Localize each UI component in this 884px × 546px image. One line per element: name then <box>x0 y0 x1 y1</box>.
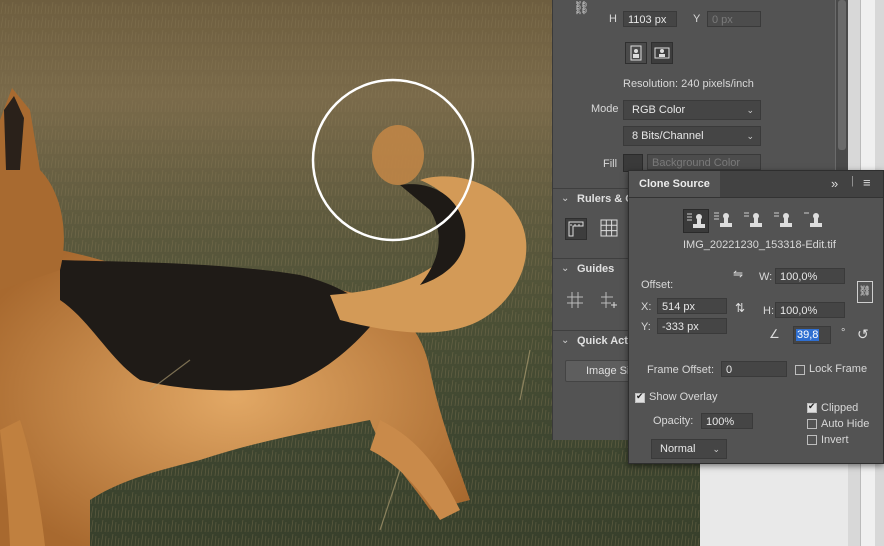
fill-select[interactable]: Background Color <box>647 154 761 170</box>
opacity-field[interactable]: 100% <box>701 413 753 429</box>
degree-symbol: ° <box>841 327 846 339</box>
offset-y-label: Y: <box>641 321 651 333</box>
clone-source-tab[interactable]: Clone Source <box>629 171 720 197</box>
y-label: Y <box>693 13 701 25</box>
clone-source-4-icon[interactable] <box>771 209 795 231</box>
rulers-section-title: Rulers & G <box>577 193 634 205</box>
offset-label: Offset: <box>641 279 674 291</box>
clone-blob <box>372 125 424 185</box>
blend-mode-select[interactable]: Normal ⌄ <box>651 439 727 459</box>
clone-source-titlebar[interactable]: Clone Source » | ≡ <box>629 171 883 198</box>
mode-value: RGB Color <box>632 104 686 116</box>
frame-offset-label: Frame Offset: <box>647 364 715 376</box>
clone-source-5-icon[interactable] <box>801 209 825 231</box>
chevron-down-icon: ⌄ <box>746 105 754 115</box>
scrollbar-thumb[interactable] <box>838 0 846 150</box>
collapse-icon[interactable]: » <box>831 176 838 191</box>
divider: | <box>851 175 854 187</box>
lock-frame-checkbox[interactable] <box>795 365 805 375</box>
empty-canvas-area <box>700 462 848 546</box>
grid-icon[interactable] <box>599 218 621 240</box>
ruler-icon[interactable] <box>565 218 587 240</box>
chevron-down-icon: ⌄ <box>561 263 570 274</box>
portrait-orientation-icon[interactable] <box>625 42 647 64</box>
lock-frame-label: Lock Frame <box>809 363 868 375</box>
source-file-name: IMG_20221230_153318-Edit.tif <box>683 239 836 251</box>
add-guide-icon[interactable] <box>599 290 621 312</box>
clone-source-1-icon[interactable] <box>683 209 709 233</box>
height-scale-field[interactable]: 100,0% <box>775 302 845 318</box>
mode-select[interactable]: RGB Color ⌄ <box>623 100 761 120</box>
chevron-down-icon: ⌄ <box>561 335 570 346</box>
rotation-angle-field[interactable]: 39,8 <box>793 326 831 344</box>
height-field[interactable]: 1103 px <box>623 11 677 27</box>
clone-source-panel: Clone Source » | ≡ IMG_20221230_153318-E… <box>628 170 884 464</box>
offset-x-label: X: <box>641 301 652 313</box>
guides-section-title: Guides <box>577 263 615 275</box>
opacity-label: Opacity: <box>653 415 694 427</box>
resolution-text: Resolution: 240 pixels/inch <box>623 78 754 90</box>
quick-actions-section-title: Quick Acti <box>577 335 631 347</box>
height-label: H: <box>763 305 774 317</box>
angle-icon: ∠ <box>769 327 780 341</box>
invert-label: Invert <box>821 434 849 446</box>
flip-horizontal-icon[interactable]: ⇋ <box>733 267 743 281</box>
panel-menu-icon[interactable]: ≡ <box>863 175 871 190</box>
auto-hide-label: Auto Hide <box>821 418 870 430</box>
offset-y-field[interactable]: -333 px <box>657 318 727 334</box>
y-field[interactable]: 0 px <box>707 11 761 27</box>
mode-label: Mode <box>591 103 619 115</box>
rotation-angle-value: 39,8 <box>796 329 820 341</box>
clipped-label: Clipped <box>821 402 859 414</box>
flip-vertical-icon[interactable]: ⇅ <box>735 301 745 315</box>
reset-transform-icon[interactable]: ↺ <box>857 326 869 343</box>
guides-icon[interactable] <box>565 290 587 312</box>
blend-mode-value: Normal <box>660 443 696 455</box>
h-label: H <box>609 13 617 25</box>
bit-depth-select[interactable]: 8 Bits/Channel ⌄ <box>623 126 761 146</box>
show-overlay-label: Show Overlay <box>649 391 718 403</box>
frame-offset-field[interactable]: 0 <box>721 361 787 377</box>
width-label: W: <box>759 271 773 283</box>
link-icon[interactable]: ⛓ <box>573 0 590 16</box>
chevron-down-icon: ⌄ <box>712 444 720 454</box>
width-scale-field[interactable]: 100,0% <box>775 268 845 284</box>
clipped-checkbox[interactable] <box>807 401 817 413</box>
link-scale-icon[interactable]: ⛓ <box>857 281 873 303</box>
offset-x-field[interactable]: 514 px <box>657 298 727 314</box>
landscape-orientation-icon[interactable] <box>651 42 673 64</box>
auto-hide-checkbox[interactable] <box>807 419 817 429</box>
clone-source-3-icon[interactable] <box>741 209 765 231</box>
fill-label: Fill <box>603 158 618 170</box>
chevron-down-icon: ⌄ <box>561 193 570 204</box>
invert-checkbox[interactable] <box>807 435 817 445</box>
chevron-down-icon: ⌄ <box>746 131 754 141</box>
clone-source-2-icon[interactable] <box>711 209 735 231</box>
bit-depth-value: 8 Bits/Channel <box>632 130 704 142</box>
show-overlay-checkbox[interactable] <box>635 391 645 403</box>
